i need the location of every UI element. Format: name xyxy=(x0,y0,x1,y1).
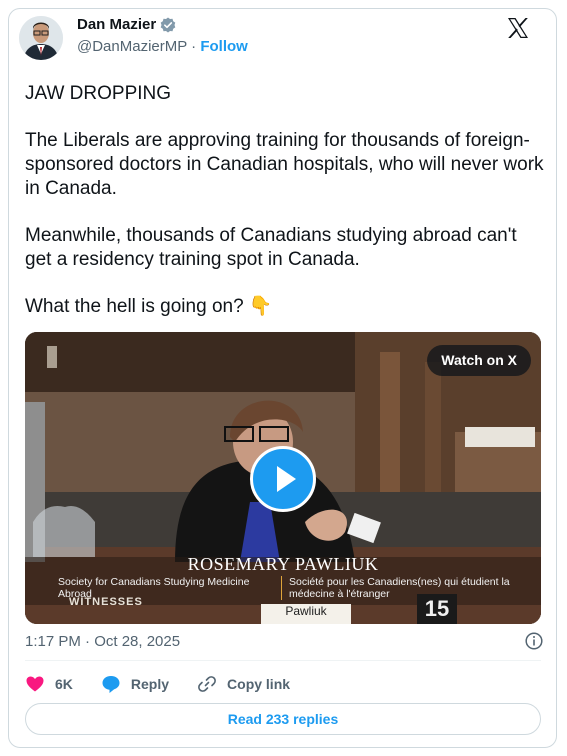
tweet-actions: 6K Reply Copy link xyxy=(25,672,318,696)
divider xyxy=(25,660,541,661)
tweet-paragraph: Meanwhile, thousands of Canadians studyi… xyxy=(25,225,517,270)
heart-icon xyxy=(26,676,44,692)
reply-button[interactable]: Reply xyxy=(101,674,169,694)
play-button[interactable] xyxy=(250,446,316,512)
channel-number: 15 xyxy=(417,594,457,624)
tweet-paragraph: What the hell is going on? 👇 xyxy=(25,296,273,317)
avatar[interactable] xyxy=(19,16,63,60)
avatar-image xyxy=(19,16,63,60)
copy-link-button[interactable]: Copy link xyxy=(197,674,290,694)
follow-button[interactable]: Follow xyxy=(200,38,248,55)
tweet-paragraph: The Liberals are approving training for … xyxy=(25,130,544,199)
read-replies-button[interactable]: Read 233 replies xyxy=(25,703,541,735)
author-handle-row: @DanMazierMP · Follow xyxy=(77,38,248,55)
video-player[interactable]: Watch on X ROSEMARY PAWLIUK Society for … xyxy=(25,332,541,624)
author-name-row: Dan Mazier xyxy=(77,16,176,33)
tweet-text: JAW DROPPING The Liberals are approving … xyxy=(25,82,545,342)
tweet-timestamp[interactable]: 1:17 PM · Oct 28, 2025 xyxy=(25,633,180,650)
copy-link-label: Copy link xyxy=(227,676,291,692)
like-button[interactable]: 6K xyxy=(25,674,73,694)
info-icon[interactable] xyxy=(525,632,543,650)
name-card: Pawliuk xyxy=(261,604,351,624)
speaker-org-french: Société pour les Canadiens(nes) qui étud… xyxy=(289,576,510,600)
org-divider xyxy=(281,576,282,600)
tweet-header: Dan Mazier @DanMazierMP · Follow xyxy=(17,14,532,66)
verified-badge-icon xyxy=(160,17,176,33)
watch-on-x-button[interactable]: Watch on X xyxy=(427,345,531,376)
tweet-paragraph: JAW DROPPING xyxy=(25,83,172,104)
reply-label: Reply xyxy=(130,676,170,692)
reply-bubble-icon xyxy=(102,676,120,693)
link-icon xyxy=(198,676,216,692)
author-name[interactable]: Dan Mazier xyxy=(77,16,156,33)
like-count: 6K xyxy=(55,676,73,692)
x-logo-icon[interactable] xyxy=(506,16,530,40)
speaker-nameplate: ROSEMARY PAWLIUK xyxy=(187,554,379,574)
author-handle[interactable]: @DanMazierMP xyxy=(77,38,187,55)
witnesses-sign: WITNESSES xyxy=(69,596,143,608)
play-icon xyxy=(277,466,296,492)
separator: · xyxy=(191,38,197,55)
